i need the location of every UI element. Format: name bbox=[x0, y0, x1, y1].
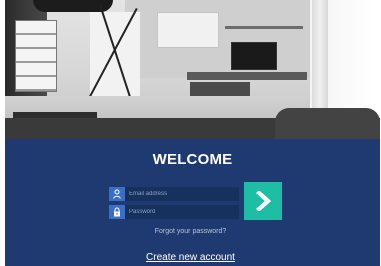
email-field[interactable] bbox=[109, 187, 239, 201]
email-input[interactable] bbox=[129, 187, 237, 201]
hero-wall-cabinet bbox=[157, 12, 219, 48]
hero-tv bbox=[231, 42, 277, 70]
login-panel: WELCOME bbox=[5, 139, 380, 266]
hero-sofa-arm bbox=[275, 108, 380, 140]
forgot-password-link[interactable]: Forgot your password? bbox=[0, 228, 381, 235]
hero-tv-stand bbox=[187, 72, 307, 80]
user-icon bbox=[109, 187, 125, 201]
hero-image bbox=[5, 0, 380, 140]
hero-shelf-unit bbox=[15, 20, 57, 92]
login-screen: WELCOME Email address Forgot your passwo… bbox=[0, 0, 381, 266]
create-account-link[interactable]: Create new account bbox=[0, 252, 381, 263]
hero-curtain bbox=[312, 0, 328, 125]
lock-icon bbox=[109, 205, 125, 219]
chevron-right-icon bbox=[256, 191, 272, 211]
login-submit-button[interactable] bbox=[244, 182, 282, 220]
password-input[interactable] bbox=[129, 205, 237, 219]
hero-bench bbox=[190, 82, 250, 96]
hero-wall-shelf bbox=[225, 26, 303, 29]
hero-back-wall bbox=[125, 0, 325, 78]
hero-art-panel bbox=[90, 12, 140, 100]
welcome-title: WELCOME bbox=[152, 151, 233, 168]
password-field[interactable] bbox=[109, 205, 239, 219]
